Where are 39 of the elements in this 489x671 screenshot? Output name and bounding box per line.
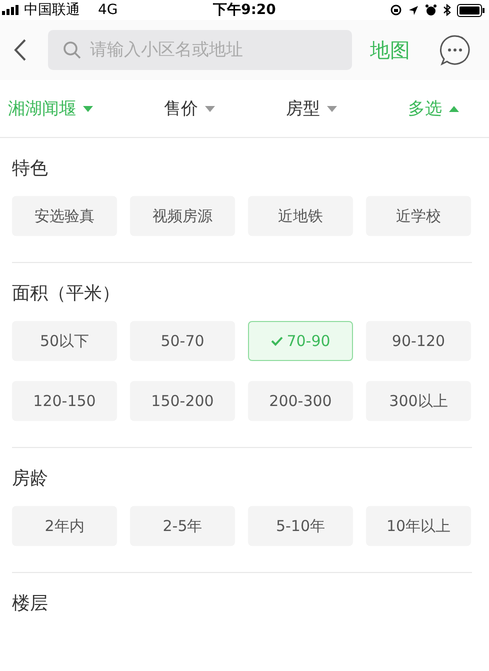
section-title: 面积（平米） bbox=[12, 282, 121, 306]
search-icon bbox=[63, 41, 81, 59]
signal-icon bbox=[2, 5, 20, 15]
caret-up-icon bbox=[449, 106, 459, 112]
location-arrow-icon bbox=[408, 4, 419, 16]
option-chip[interactable]: 150-200 bbox=[130, 381, 235, 421]
option-chip[interactable]: 2年内 bbox=[12, 506, 117, 546]
chat-more-icon bbox=[439, 34, 471, 66]
clock-time: 下午9:20 bbox=[213, 1, 276, 19]
option-chip[interactable]: 10年以上 bbox=[366, 506, 471, 546]
search-field[interactable]: 请输入小区名或地址 bbox=[48, 30, 352, 70]
option-chip[interactable]: 近地铁 bbox=[248, 196, 353, 236]
option-chip[interactable]: 安选验真 bbox=[12, 196, 117, 236]
option-chip[interactable]: 50-70 bbox=[130, 321, 235, 361]
option-chip[interactable]: 50以下 bbox=[12, 321, 117, 361]
network-type: 4G bbox=[98, 2, 118, 18]
bluetooth-icon bbox=[443, 4, 451, 16]
option-chip[interactable]: 120-150 bbox=[12, 381, 117, 421]
caret-down-icon bbox=[83, 106, 93, 112]
alarm-icon bbox=[425, 4, 437, 16]
more-button[interactable] bbox=[439, 34, 471, 66]
battery-icon bbox=[457, 4, 485, 16]
caret-down-icon bbox=[327, 106, 337, 112]
option-chip[interactable]: 近学校 bbox=[366, 196, 471, 236]
caret-down-icon bbox=[205, 106, 215, 112]
option-chip[interactable]: 300以上 bbox=[366, 381, 471, 421]
section-title: 特色 bbox=[12, 157, 49, 181]
check-icon bbox=[270, 336, 283, 346]
carrier-name: 中国联通 bbox=[24, 1, 80, 19]
option-chip[interactable]: 5-10年 bbox=[248, 506, 353, 546]
option-chip[interactable]: 视频房源 bbox=[130, 196, 235, 236]
option-chip[interactable]: 90-120 bbox=[366, 321, 471, 361]
option-chip[interactable]: 200-300 bbox=[248, 381, 353, 421]
section-title: 楼层 bbox=[12, 592, 49, 616]
filter-tab[interactable]: 房型 bbox=[286, 97, 337, 120]
filter-tab[interactable]: 售价 bbox=[164, 97, 215, 120]
option-chip[interactable]: 2-5年 bbox=[130, 506, 235, 546]
section-title: 房龄 bbox=[12, 467, 49, 491]
rotation-lock-icon bbox=[390, 4, 402, 16]
